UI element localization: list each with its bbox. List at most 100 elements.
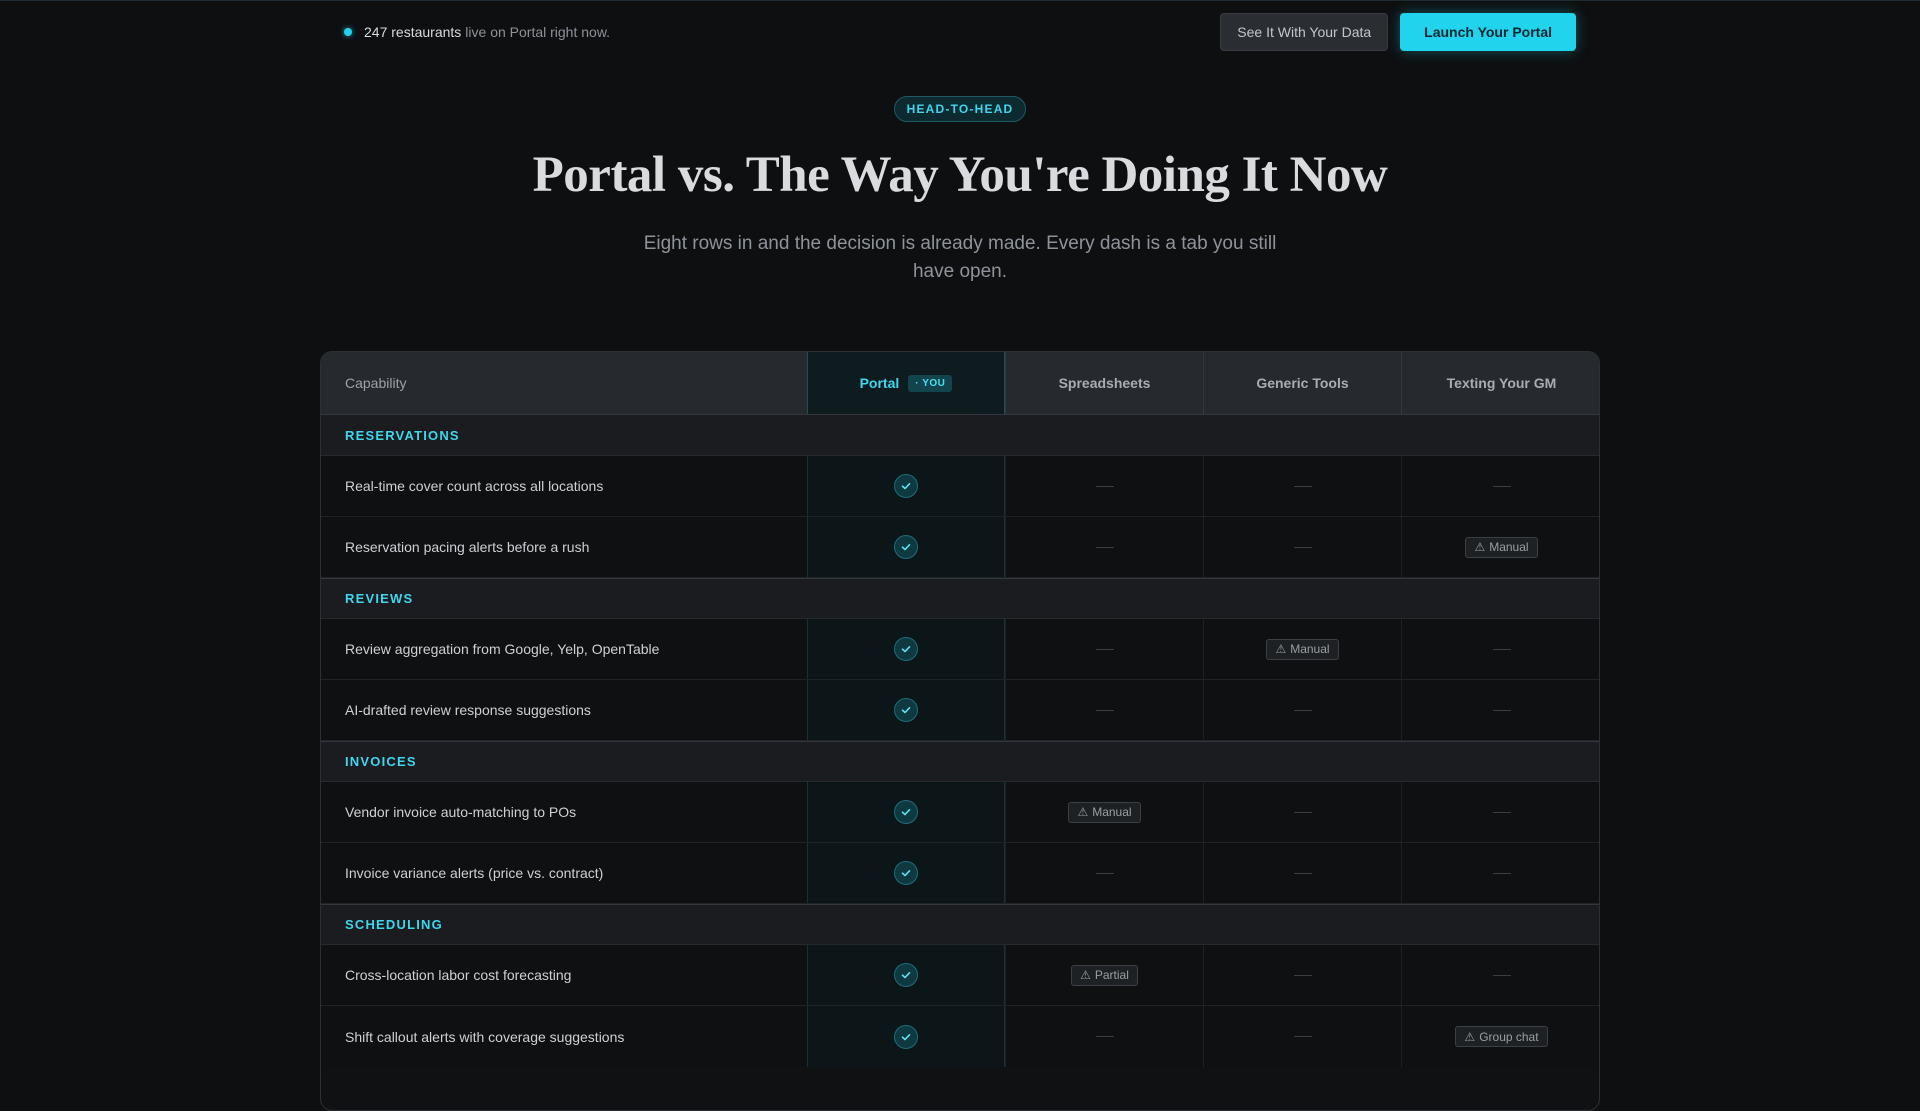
cell-portal	[807, 782, 1005, 842]
capability-label: AI-drafted review response suggestions	[345, 702, 591, 718]
cell-spreadsheets	[1005, 456, 1203, 516]
table-row: Cross-location labor cost forecasting ⚠ Pa…	[321, 945, 1599, 1006]
dash-icon	[1095, 872, 1114, 874]
dash-icon	[1293, 1036, 1312, 1037]
status-pill: ⚠ Partial	[1071, 964, 1138, 986]
cell-generic-tools	[1203, 782, 1401, 842]
cell-texting-gm: ⚠ Group chat	[1401, 1006, 1599, 1067]
dash-icon	[1492, 709, 1511, 711]
capability-label: Review aggregation from Google, Yelp, Op…	[345, 641, 660, 657]
header-texting-gm: Texting Your GM	[1401, 352, 1599, 414]
cell-spreadsheets	[1005, 517, 1203, 577]
cell-spreadsheets	[1005, 680, 1203, 740]
header-generic-tools: Generic Tools	[1203, 352, 1401, 414]
capability-label: Invoice variance alerts (price vs. contr…	[345, 865, 604, 881]
capability-label: Cross-location labor cost forecasting	[345, 967, 572, 983]
check-icon	[894, 1024, 918, 1049]
cell-generic-tools	[1203, 1006, 1401, 1067]
table-row: Invoice variance alerts (price vs. contr…	[321, 843, 1599, 904]
status-pill-label: Manual	[1290, 642, 1330, 656]
capability-label: Reservation pacing alerts before a rush	[345, 539, 590, 555]
check-icon	[894, 535, 918, 559]
table-row: Vendor invoice auto-matching to POs ⚠ Manu…	[321, 782, 1599, 843]
section-header-invoices: INVOICES	[321, 741, 1599, 782]
status-pill: ⚠ Group chat	[1455, 1026, 1548, 1047]
table-row: Review aggregation from Google, Yelp, Op…	[321, 619, 1599, 680]
cell-spreadsheets	[1005, 843, 1203, 903]
cell-texting-gm: ⚠ Manual	[1401, 517, 1599, 577]
cell-texting-gm	[1401, 680, 1599, 740]
check-icon	[894, 474, 918, 498]
warning-icon: ⚠	[1275, 642, 1287, 656]
cell-portal	[807, 843, 1005, 903]
section-header-scheduling: SCHEDULING	[321, 904, 1599, 945]
dash-icon	[1095, 1036, 1114, 1037]
cell-texting-gm	[1401, 843, 1599, 903]
header-actions: See It With Your Data Launch Your Portal	[1220, 13, 1576, 51]
header-capability: Capability	[345, 375, 407, 391]
capability-label: Real-time cover count across all locatio…	[345, 478, 604, 494]
check-icon	[894, 698, 918, 722]
top-bar: 247 restaurants live on Portal right now…	[320, 12, 1576, 52]
status-pill: ⚠ Manual	[1068, 801, 1141, 823]
dash-icon	[1095, 546, 1114, 548]
cell-portal	[807, 456, 1005, 516]
cell-generic-tools: ⚠ Manual	[1203, 619, 1401, 679]
cell-texting-gm	[1401, 945, 1599, 1005]
capability-label: Vendor invoice auto-matching to POs	[345, 804, 577, 820]
table-row: Reservation pacing alerts before a rush ⚠…	[321, 517, 1599, 578]
dash-icon	[1095, 485, 1114, 487]
table-row: Real-time cover count across all locatio…	[321, 456, 1599, 517]
top-divider	[0, 0, 1920, 1]
cell-portal	[807, 619, 1005, 679]
status-pill-label: Group chat	[1479, 1029, 1539, 1044]
cell-texting-gm	[1401, 782, 1599, 842]
cell-generic-tools	[1203, 517, 1401, 577]
live-status: 247 restaurants live on Portal right now…	[320, 24, 610, 40]
check-icon	[894, 800, 918, 824]
status-pill: ⚠ Manual	[1266, 638, 1339, 660]
dash-icon	[1293, 872, 1312, 874]
table-row: AI-drafted review response suggestions	[321, 680, 1599, 741]
cell-texting-gm	[1401, 619, 1599, 679]
comparison-table: Capability Portal · YOU Spreadsheets Gen…	[320, 351, 1600, 1111]
status-pill-label: Manual	[1489, 540, 1529, 554]
page-title: Portal vs. The Way You're Doing It Now	[532, 147, 1388, 203]
dash-icon	[1492, 811, 1511, 813]
cell-texting-gm	[1401, 456, 1599, 516]
launch-portal-button[interactable]: Launch Your Portal	[1400, 13, 1576, 51]
dash-icon	[1293, 485, 1312, 487]
dash-icon	[1492, 872, 1511, 874]
dash-icon	[1293, 811, 1312, 813]
dash-icon	[1293, 974, 1312, 976]
see-with-your-data-button[interactable]: See It With Your Data	[1220, 13, 1389, 51]
status-pill-label: Manual	[1092, 805, 1132, 819]
status-pill: ⚠ Manual	[1465, 536, 1538, 558]
dash-icon	[1293, 546, 1312, 548]
you-badge: · YOU	[908, 374, 953, 392]
table-header: Capability Portal · YOU Spreadsheets Gen…	[321, 352, 1599, 415]
restaurant-count: 247 restaurants	[364, 24, 462, 40]
cell-generic-tools	[1203, 680, 1401, 740]
warning-icon: ⚠	[1077, 805, 1089, 819]
check-icon	[894, 637, 918, 661]
section-header-reservations: RESERVATIONS	[321, 415, 1599, 456]
dash-icon	[1095, 709, 1114, 711]
capability-label: Shift callout alerts with coverage sugge…	[345, 1028, 625, 1045]
cell-portal	[807, 945, 1005, 1005]
eyebrow-badge: HEAD-TO-HEAD	[893, 96, 1027, 122]
header-portal-label: Portal	[859, 375, 900, 391]
warning-icon: ⚠	[1474, 540, 1486, 554]
dash-icon	[1492, 648, 1511, 650]
check-icon	[894, 861, 918, 885]
page-subtitle: Eight rows in and the decision is alread…	[643, 233, 1277, 282]
eyebrow-wrapper: HEAD-TO-HEAD	[0, 96, 1920, 122]
dash-icon	[1095, 648, 1114, 650]
header-spreadsheets: Spreadsheets	[1005, 352, 1203, 414]
cell-portal	[807, 1006, 1005, 1067]
status-pill-label: Partial	[1094, 968, 1129, 982]
header-portal: Portal · YOU	[807, 352, 1005, 414]
status-dot-icon	[344, 28, 352, 36]
check-icon	[894, 963, 918, 987]
table-row: Shift callout alerts with coverage sugge…	[321, 1006, 1599, 1067]
